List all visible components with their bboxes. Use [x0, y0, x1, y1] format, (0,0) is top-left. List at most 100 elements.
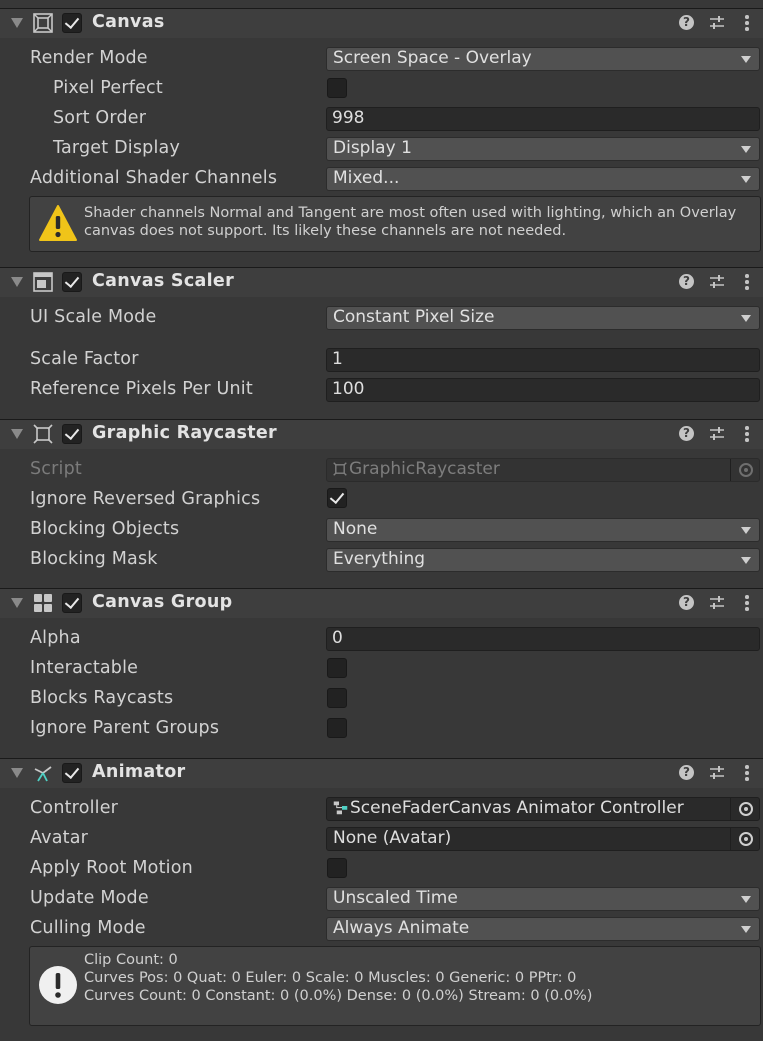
- animator-component-header[interactable]: Animator ?: [0, 758, 763, 788]
- controller-object-field[interactable]: SceneFaderCanvas Animator Controller: [326, 797, 760, 821]
- culling-mode-dropdown[interactable]: Always Animate: [326, 917, 760, 941]
- render-mode-label: Render Mode: [30, 48, 148, 68]
- dropdown-arrow-icon: [741, 146, 751, 153]
- component-title: Graphic Raycaster: [92, 423, 277, 443]
- reference-ppu-field[interactable]: 100: [326, 378, 760, 402]
- animator-enabled-checkbox[interactable]: [62, 763, 82, 783]
- blocks-raycasts-label: Blocks Raycasts: [30, 688, 174, 708]
- pixel-perfect-checkbox[interactable]: [327, 78, 347, 98]
- target-display-dropdown[interactable]: Display 1: [326, 137, 760, 161]
- help-icon[interactable]: ?: [679, 426, 694, 441]
- foldout-arrow-icon[interactable]: [11, 598, 23, 608]
- dropdown-arrow-icon: [741, 527, 751, 534]
- update-mode-dropdown[interactable]: Unscaled Time: [326, 887, 760, 911]
- foldout-arrow-icon[interactable]: [11, 18, 23, 28]
- context-menu-icon[interactable]: [744, 763, 750, 783]
- foldout-arrow-icon[interactable]: [11, 277, 23, 287]
- scale-factor-field[interactable]: 1: [326, 348, 760, 372]
- dropdown-arrow-icon: [741, 315, 751, 322]
- ignore-reversed-label: Ignore Reversed Graphics: [30, 489, 261, 509]
- shader-channels-dropdown[interactable]: Mixed...: [326, 167, 760, 191]
- blocks-raycasts-checkbox[interactable]: [327, 688, 347, 708]
- object-picker-icon[interactable]: [730, 828, 759, 850]
- graphic-raycaster-enabled-checkbox[interactable]: [62, 424, 82, 444]
- avatar-value: None (Avatar): [333, 828, 452, 848]
- context-menu-icon[interactable]: [744, 593, 750, 613]
- canvas-icon: [33, 13, 53, 33]
- object-picker-icon: [730, 459, 759, 481]
- script-object-field: GraphicRaycaster: [326, 458, 760, 482]
- context-menu-icon[interactable]: [744, 424, 750, 444]
- ui-scale-mode-dropdown[interactable]: Constant Pixel Size: [326, 306, 760, 330]
- blocking-objects-dropdown[interactable]: None: [326, 518, 760, 542]
- shader-channels-value: Mixed...: [333, 168, 400, 188]
- foldout-arrow-icon[interactable]: [11, 429, 23, 439]
- animator-icon: [34, 766, 52, 782]
- apply-root-motion-checkbox[interactable]: [327, 858, 347, 878]
- blocking-mask-label: Blocking Mask: [30, 549, 158, 569]
- blocking-mask-value: Everything: [333, 549, 426, 569]
- canvas-group-component-header[interactable]: Canvas Group ?: [0, 588, 763, 618]
- ui-scale-mode-label: UI Scale Mode: [30, 307, 157, 327]
- culling-mode-value: Always Animate: [333, 918, 470, 938]
- presets-icon[interactable]: [708, 14, 726, 32]
- blocking-objects-label: Blocking Objects: [30, 519, 180, 539]
- graphic-raycaster-component-header[interactable]: Graphic Raycaster ?: [0, 419, 763, 449]
- canvas-scaler-component-header[interactable]: Canvas Scaler ?: [0, 267, 763, 297]
- warning-line-1: Shader channels Normal and Tangent are m…: [84, 205, 737, 221]
- render-mode-dropdown[interactable]: Screen Space - Overlay: [326, 47, 760, 71]
- context-menu-icon[interactable]: [744, 272, 750, 292]
- shader-channels-warning-box: Shader channels Normal and Tangent are m…: [29, 196, 761, 252]
- canvas-component-header[interactable]: Canvas ?: [0, 8, 763, 38]
- presets-icon[interactable]: [708, 273, 726, 291]
- help-icon[interactable]: ?: [679, 595, 694, 610]
- presets-icon[interactable]: [708, 764, 726, 782]
- blocking-mask-dropdown[interactable]: Everything: [326, 548, 760, 572]
- interactable-label: Interactable: [30, 658, 139, 678]
- help-icon[interactable]: ?: [679, 765, 694, 780]
- interactable-checkbox[interactable]: [327, 658, 347, 678]
- alpha-label: Alpha: [30, 628, 81, 648]
- component-title: Animator: [92, 762, 186, 782]
- script-label: Script: [30, 459, 82, 479]
- script-value: GraphicRaycaster: [349, 459, 500, 479]
- foldout-arrow-icon[interactable]: [11, 768, 23, 778]
- dropdown-arrow-icon: [741, 557, 751, 564]
- curves-pos-text: Curves Pos: 0 Quat: 0 Euler: 0 Scale: 0 …: [84, 970, 577, 986]
- controller-value: SceneFaderCanvas Animator Controller: [350, 798, 684, 818]
- update-mode-label: Update Mode: [30, 888, 149, 908]
- help-icon[interactable]: ?: [679, 274, 694, 289]
- pixel-perfect-label: Pixel Perfect: [53, 78, 163, 98]
- update-mode-value: Unscaled Time: [333, 888, 458, 908]
- canvas-group-icon: [34, 594, 52, 612]
- graphic-raycaster-icon: [333, 462, 347, 476]
- animator-info-box: Clip Count: 0 Curves Pos: 0 Quat: 0 Eule…: [29, 946, 761, 1026]
- presets-icon[interactable]: [708, 594, 726, 612]
- dropdown-arrow-icon: [741, 926, 751, 933]
- sort-order-label: Sort Order: [53, 108, 147, 128]
- object-picker-icon[interactable]: [730, 798, 759, 820]
- help-icon[interactable]: ?: [679, 15, 694, 30]
- render-mode-value: Screen Space - Overlay: [333, 48, 532, 68]
- target-display-value: Display 1: [333, 138, 412, 158]
- presets-icon[interactable]: [708, 425, 726, 443]
- ignore-parent-groups-checkbox[interactable]: [327, 718, 347, 738]
- canvas-scaler-icon: [33, 272, 53, 292]
- dropdown-arrow-icon: [741, 176, 751, 183]
- ignore-reversed-checkbox[interactable]: [327, 488, 347, 508]
- canvas-scaler-enabled-checkbox[interactable]: [62, 272, 82, 292]
- alpha-field[interactable]: 0: [326, 627, 760, 651]
- animator-controller-icon: [333, 801, 348, 815]
- component-title: Canvas Scaler: [92, 271, 235, 291]
- canvas-group-enabled-checkbox[interactable]: [62, 593, 82, 613]
- sort-order-field[interactable]: 998: [326, 107, 760, 131]
- canvas-enabled-checkbox[interactable]: [62, 13, 82, 33]
- info-icon: [39, 966, 77, 1004]
- dropdown-arrow-icon: [741, 56, 751, 63]
- controller-label: Controller: [30, 798, 119, 818]
- graphic-raycaster-icon: [33, 424, 53, 444]
- avatar-object-field[interactable]: None (Avatar): [326, 827, 760, 851]
- context-menu-icon[interactable]: [744, 13, 750, 33]
- culling-mode-label: Culling Mode: [30, 918, 146, 938]
- component-title: Canvas: [92, 12, 165, 32]
